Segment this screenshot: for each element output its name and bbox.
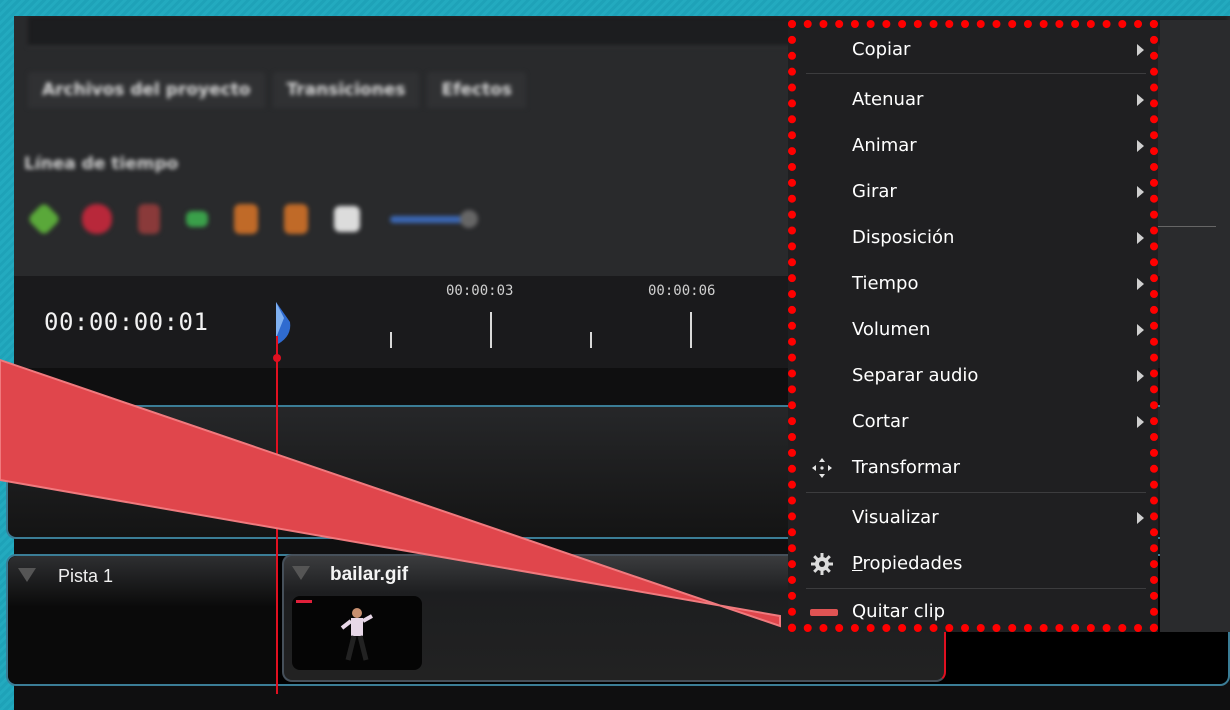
submenu-arrow-icon <box>1137 370 1144 382</box>
gear-icon <box>811 553 833 575</box>
center-playhead-icon[interactable] <box>334 206 360 232</box>
menu-item-label: Animar <box>852 135 917 156</box>
thumbnail-marker <box>296 600 312 603</box>
ruler-tick <box>390 332 392 348</box>
submenu-arrow-icon <box>1137 416 1144 428</box>
right-panel-divider <box>1150 226 1216 227</box>
timeline-toolbar <box>27 202 478 236</box>
playhead-line[interactable] <box>276 336 278 694</box>
menu-item-display[interactable]: Visualizar <box>796 496 1150 540</box>
tab-effects[interactable]: Efectos <box>427 72 527 108</box>
track-header[interactable]: Pista 1 <box>8 556 278 684</box>
menu-item-transform[interactable]: Transformar <box>796 446 1150 490</box>
playhead-handle[interactable] <box>264 282 292 378</box>
clip-name: bailar.gif <box>330 564 409 585</box>
submenu-arrow-icon <box>1137 512 1144 524</box>
add-track-icon[interactable] <box>27 202 61 236</box>
menu-item-time[interactable]: Tiempo <box>796 262 1150 306</box>
menu-separator <box>806 73 1146 74</box>
submenu-arrow-icon <box>1137 324 1144 336</box>
menu-item-remove-clip[interactable]: Quitar clip <box>796 590 1150 634</box>
chevron-down-icon[interactable] <box>292 566 310 580</box>
dancer-thumbnail-image <box>340 608 373 661</box>
menu-item-label: Propiedades <box>852 553 963 574</box>
menu-item-label: Tiempo <box>852 273 919 294</box>
zoom-slider-handle[interactable] <box>460 209 478 228</box>
clip-thumbnail <box>292 596 422 670</box>
menu-item-label: Disposición <box>852 227 955 248</box>
menu-item-separate-audio[interactable]: Separar audio <box>796 354 1150 398</box>
ruler-tick-label: 00:00:06 <box>648 283 716 299</box>
menu-item-label: Atenuar <box>852 89 924 110</box>
current-time-display: 00:00:00:01 <box>44 308 209 336</box>
submenu-arrow-icon <box>1137 44 1144 56</box>
menu-item-volume[interactable]: Volumen <box>796 308 1150 352</box>
menu-item-copy[interactable]: Copiar <box>796 28 1150 72</box>
menu-item-label: Copiar <box>852 39 911 60</box>
menu-item-label: Separar audio <box>852 365 979 386</box>
menu-item-slice[interactable]: Cortar <box>796 400 1150 444</box>
ruler-tick-label: 00:00:03 <box>446 283 514 299</box>
razor-icon[interactable] <box>138 204 160 234</box>
menu-item-fade[interactable]: Atenuar <box>796 78 1150 122</box>
menu-separator <box>806 588 1146 589</box>
menu-item-label: Volumen <box>852 319 931 340</box>
tab-project-files[interactable]: Archivos del proyecto <box>28 72 265 108</box>
tab-transitions[interactable]: Transiciones <box>272 72 420 108</box>
menu-item-rotate[interactable]: Girar <box>796 170 1150 214</box>
clip-context-menu: Copiar Atenuar Animar Girar Disposición … <box>788 20 1158 632</box>
menu-item-animate[interactable]: Animar <box>796 124 1150 168</box>
menu-item-label: Visualizar <box>852 507 939 528</box>
submenu-arrow-icon <box>1137 186 1144 198</box>
snap-icon[interactable] <box>82 204 112 234</box>
track-name: Pista 1 <box>58 566 114 586</box>
panel-tabs: Archivos del proyecto Transiciones Efect… <box>28 72 527 108</box>
remove-clip-icon <box>810 609 838 616</box>
submenu-arrow-icon <box>1137 278 1144 290</box>
move-arrows-icon <box>812 458 832 478</box>
menu-item-properties[interactable]: Propiedades <box>796 542 1150 586</box>
next-marker-icon[interactable] <box>284 204 308 234</box>
add-marker-icon[interactable] <box>186 211 208 227</box>
ruler-tick <box>590 332 592 348</box>
ruler-tick <box>690 312 692 348</box>
menu-item-label: Transformar <box>852 457 960 478</box>
menu-item-layout[interactable]: Disposición <box>796 216 1150 260</box>
timeline-label: Línea de tiempo <box>24 154 179 174</box>
submenu-arrow-icon <box>1137 232 1144 244</box>
ruler-tick <box>490 312 492 348</box>
previous-marker-icon[interactable] <box>234 204 258 234</box>
submenu-arrow-icon <box>1137 94 1144 106</box>
right-panel <box>1160 20 1230 632</box>
menu-separator <box>806 492 1146 493</box>
menu-item-label: Quitar clip <box>852 601 946 622</box>
menu-item-label: Girar <box>852 181 897 202</box>
menu-item-label: Cortar <box>852 411 909 432</box>
submenu-arrow-icon <box>1137 140 1144 152</box>
zoom-slider[interactable] <box>390 209 478 228</box>
chevron-down-icon[interactable] <box>18 568 36 582</box>
